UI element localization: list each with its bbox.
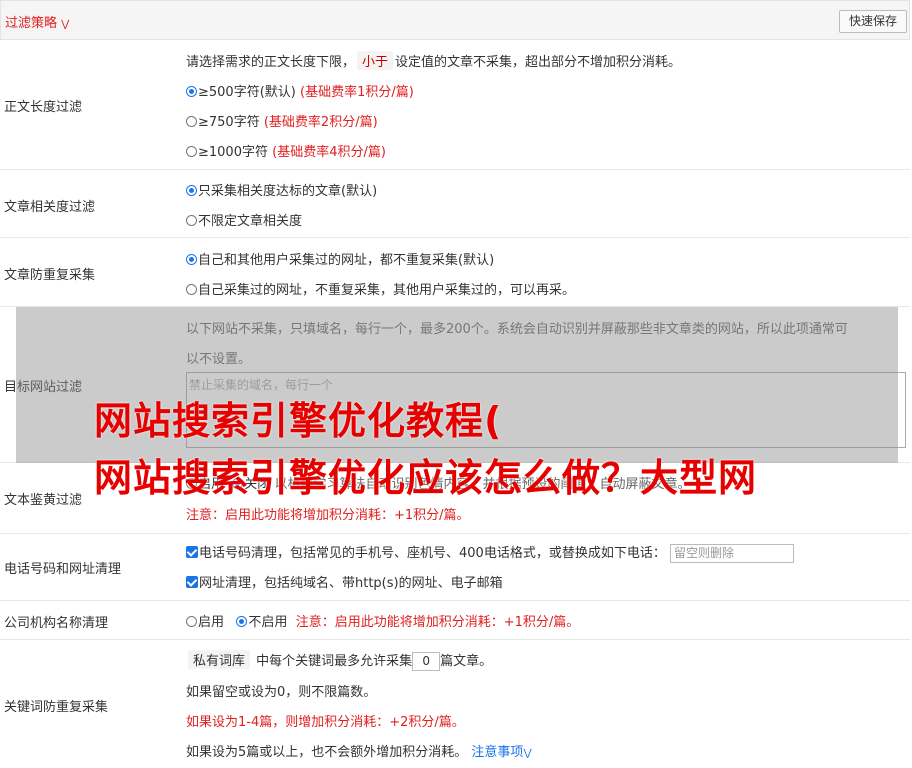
dedupe-option-2[interactable]: 自己采集过的网址，不重复采集，其他用户采集过的，可以再采。 bbox=[186, 279, 575, 298]
dedupe-label: 文章防重复采集 bbox=[4, 268, 96, 283]
filter-title[interactable]: 过滤策略 ⋁ bbox=[5, 12, 69, 31]
chevron-down-icon: ⋁ bbox=[61, 19, 70, 30]
org-name-section: 公司机构名称清理 启用 不启用 注意：启用此功能将增加积分消耗：+1积分/篇。 bbox=[0, 601, 910, 640]
keyword-line-4: 如果设为5篇或以上，也不会额外增加积分消耗。 注意事项⋁ bbox=[186, 745, 532, 760]
porn-filter-note: 注意：启用此功能将增加积分消耗：+1积分/篇。 bbox=[186, 508, 470, 523]
radio-500[interactable] bbox=[186, 86, 197, 97]
dedupe-option-1[interactable]: 自己和其他用户采集过的网址，都不重复采集(默认) bbox=[186, 249, 494, 268]
watermark-line-1: 网站搜索引擎优化教程( bbox=[94, 399, 503, 443]
phone-url-label: 电话号码和网址清理 bbox=[4, 562, 122, 577]
relevance-section: 文章相关度过滤 只采集相关度达标的文章(默认) 不限定文章相关度 bbox=[0, 170, 910, 238]
phone-clean-checkbox[interactable] bbox=[186, 546, 198, 558]
keyword-limit-line: 私有词库 中每个关键词最多允许采集 0 篇文章。 bbox=[186, 650, 492, 671]
length-filter-section: 正文长度过滤 请选择需求的正文长度下限， 小于 设定值的文章不采集，超出部分不增加积… bbox=[0, 40, 910, 170]
url-clean-option[interactable]: 网址清理，包括纯域名、带http(s)的网址、电子邮箱 bbox=[186, 572, 503, 591]
radio-1000[interactable] bbox=[186, 146, 197, 157]
radio-dedupe-1[interactable] bbox=[186, 254, 197, 265]
quick-save-button[interactable]: 快速保存 bbox=[838, 10, 907, 33]
url-clean-checkbox[interactable] bbox=[186, 576, 198, 588]
keyword-line-2: 如果留空或设为0，则不限篇数。 bbox=[186, 685, 377, 700]
length-filter-label: 正文长度过滤 bbox=[4, 100, 83, 115]
phone-clean-option[interactable]: 电话号码清理，包括常见的手机号、座机号、400电话格式，或替换成如下电话： 留空… bbox=[186, 542, 794, 563]
org-name-options: 启用 不启用 注意：启用此功能将增加积分消耗：+1积分/篇。 bbox=[186, 611, 579, 630]
replacement-phone-input[interactable]: 留空则删除 bbox=[669, 544, 794, 563]
porn-filter-label: 文本鉴黄过滤 bbox=[4, 493, 83, 508]
radio-relevance-2[interactable] bbox=[186, 215, 197, 226]
chevron-down-icon: ⋁ bbox=[523, 748, 532, 759]
filter-header: 过滤策略 ⋁ 快速保存 bbox=[0, 0, 910, 40]
length-option-750[interactable]: ≥750字符 (基础费率2积分/篇) bbox=[186, 111, 378, 130]
private-lexicon-tag[interactable]: 私有词库 bbox=[188, 650, 251, 669]
radio-relevance-1[interactable] bbox=[186, 185, 197, 196]
length-filter-desc: 请选择需求的正文长度下限， 小于 设定值的文章不采集，超出部分不增加积分消耗。 bbox=[186, 51, 681, 70]
keyword-line-3: 如果设为1-4篇，则增加积分消耗：+2积分/篇。 bbox=[186, 715, 465, 730]
radio-org-on[interactable] bbox=[186, 616, 197, 627]
less-than-tag: 小于 bbox=[357, 51, 394, 70]
radio-dedupe-2[interactable] bbox=[186, 284, 197, 295]
dedupe-section: 文章防重复采集 自己和其他用户采集过的网址，都不重复采集(默认) 自己采集过的网… bbox=[0, 238, 910, 307]
notice-link[interactable]: 注意事项⋁ bbox=[471, 745, 531, 760]
length-option-1000[interactable]: ≥1000字符 (基础费率4积分/篇) bbox=[186, 141, 386, 160]
radio-org-off[interactable] bbox=[236, 616, 248, 627]
keyword-dedupe-label: 关键词防重复采集 bbox=[4, 700, 109, 715]
radio-750[interactable] bbox=[186, 116, 197, 127]
org-name-label: 公司机构名称清理 bbox=[4, 616, 109, 631]
phone-url-section: 电话号码和网址清理 电话号码清理，包括常见的手机号、座机号、400电话格式，或替… bbox=[0, 534, 910, 601]
relevance-option-1[interactable]: 只采集相关度达标的文章(默认) bbox=[186, 180, 377, 199]
keyword-limit-input[interactable]: 0 bbox=[412, 652, 441, 671]
keyword-dedupe-section: 关键词防重复采集 私有词库 中每个关键词最多允许采集 0 篇文章。 如果留空或设为0… bbox=[0, 640, 910, 768]
relevance-option-2[interactable]: 不限定文章相关度 bbox=[186, 210, 302, 229]
relevance-label: 文章相关度过滤 bbox=[4, 200, 96, 215]
watermark-line-2: 网站搜索引擎优化应该怎么做？大型网 bbox=[94, 456, 758, 500]
length-option-500[interactable]: ≥500字符(默认) (基础费率1积分/篇) bbox=[186, 81, 414, 100]
